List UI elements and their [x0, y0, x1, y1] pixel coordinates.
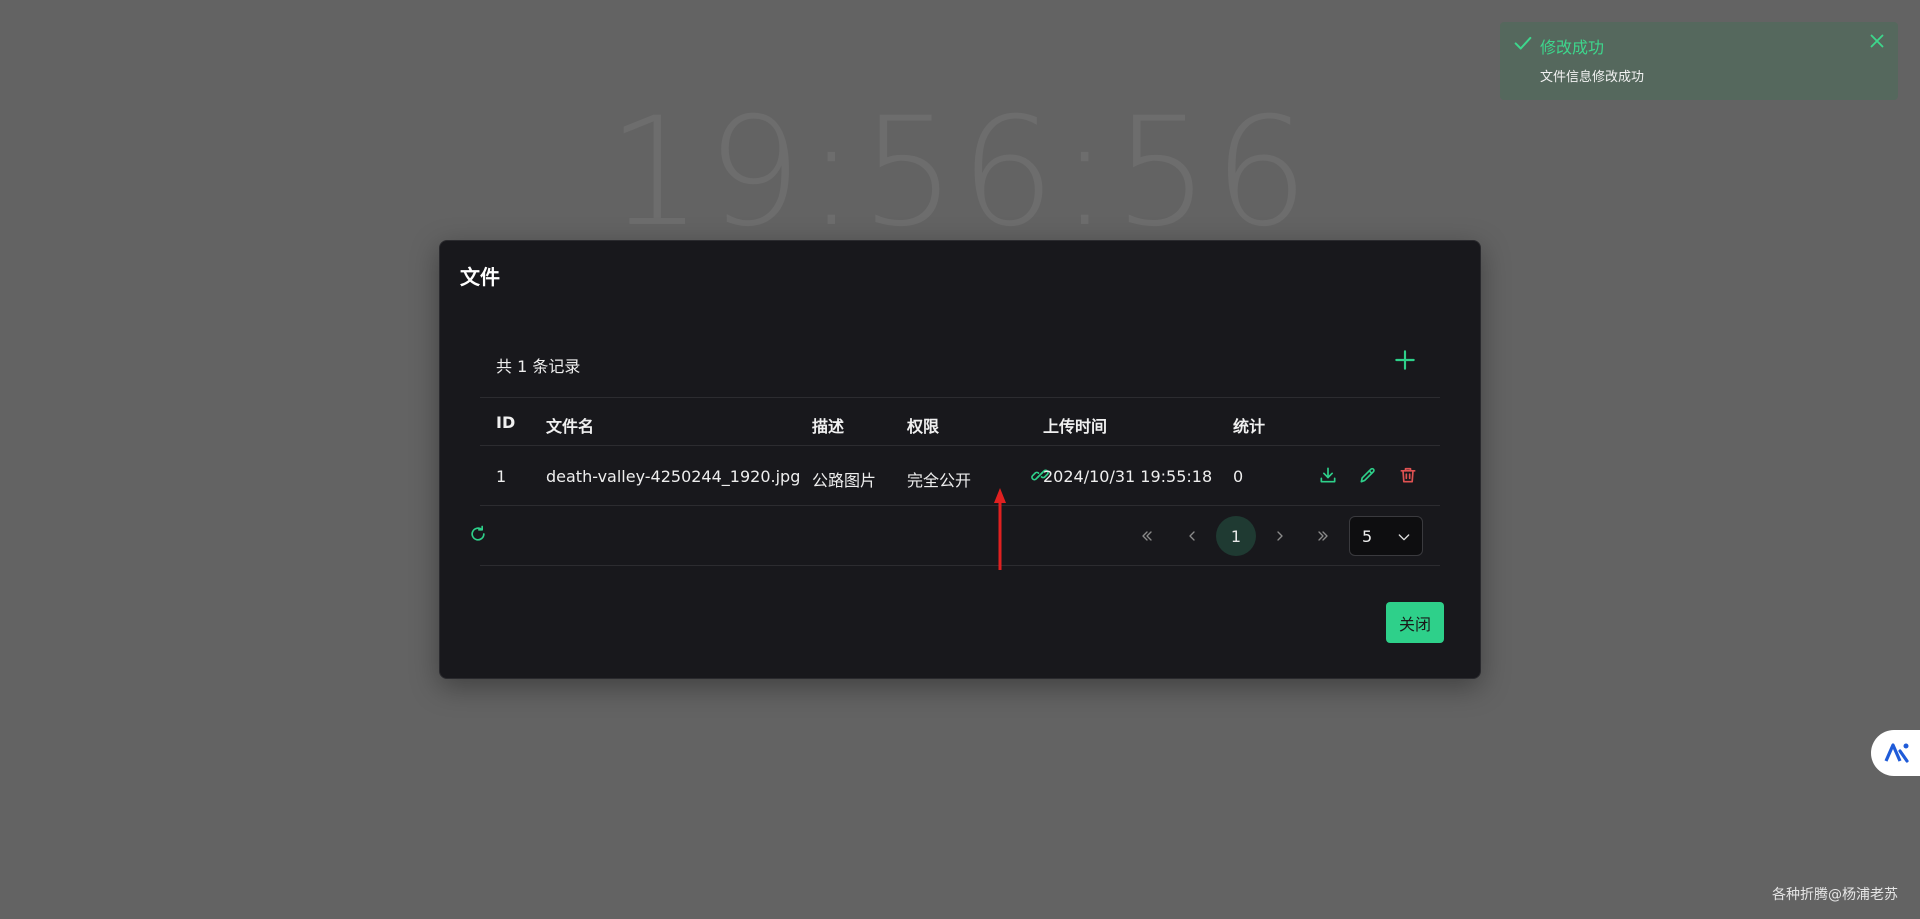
record-count: 共 1 条记录	[496, 357, 581, 376]
edit-icon[interactable]	[1358, 465, 1378, 485]
cell-permission: 完全公开	[907, 471, 972, 490]
delete-icon[interactable]	[1398, 465, 1418, 485]
first-page-button[interactable]	[1127, 516, 1167, 556]
prev-page-button[interactable]	[1172, 516, 1212, 556]
page-size-value: 5	[1362, 527, 1373, 546]
prev-page-icon	[1189, 531, 1195, 541]
file-modal: 文件 共 1 条记录 ID 文件名 描述 权限 上传时间 统计 1 death-…	[439, 240, 1481, 679]
header-stats: 统计	[1233, 417, 1266, 436]
plus-icon[interactable]	[1392, 347, 1418, 373]
cell-description: 公路图片	[812, 471, 877, 490]
download-icon[interactable]	[1318, 465, 1338, 485]
close-button[interactable]: 关闭	[1386, 602, 1444, 643]
page-size-select[interactable]: 5	[1349, 516, 1423, 556]
refresh-icon[interactable]	[468, 524, 488, 544]
assistant-badge[interactable]	[1871, 730, 1920, 776]
table-divider	[480, 505, 1440, 506]
header-filename: 文件名	[546, 417, 595, 436]
check-icon	[1514, 36, 1532, 50]
cell-filename: death-valley-4250244_1920.jpg	[546, 467, 801, 486]
chevron-down-icon	[1398, 534, 1410, 541]
close-icon[interactable]	[1866, 30, 1888, 52]
header-description: 描述	[812, 417, 845, 436]
cell-upload-time: 2024/10/31 19:55:18	[1043, 467, 1213, 486]
table-divider	[480, 397, 1440, 398]
cell-stats: 0	[1233, 467, 1244, 486]
header-upload-time: 上传时间	[1043, 417, 1108, 436]
background-clock: 19:56:56	[607, 86, 1313, 260]
modal-title: 文件	[460, 265, 500, 289]
next-page-button[interactable]	[1260, 516, 1300, 556]
last-page-icon	[1318, 531, 1328, 541]
watermark-text: 各种折腾@杨浦老苏	[1772, 887, 1898, 903]
toast-title: 修改成功	[1540, 38, 1605, 57]
success-toast: 修改成功 文件信息修改成功	[1500, 22, 1898, 100]
first-page-icon	[1142, 531, 1152, 541]
table-divider	[480, 445, 1440, 446]
toast-message: 文件信息修改成功	[1540, 70, 1645, 85]
page-number-button[interactable]: 1	[1216, 516, 1256, 556]
table-divider	[480, 565, 1440, 566]
header-permission: 权限	[907, 417, 940, 436]
next-page-icon	[1277, 531, 1283, 541]
last-page-button[interactable]	[1303, 516, 1343, 556]
cell-id: 1	[496, 467, 507, 486]
ai-badge-icon	[1884, 743, 1909, 763]
annotation-arrow-icon	[994, 488, 1006, 570]
header-id: ID	[496, 413, 516, 432]
